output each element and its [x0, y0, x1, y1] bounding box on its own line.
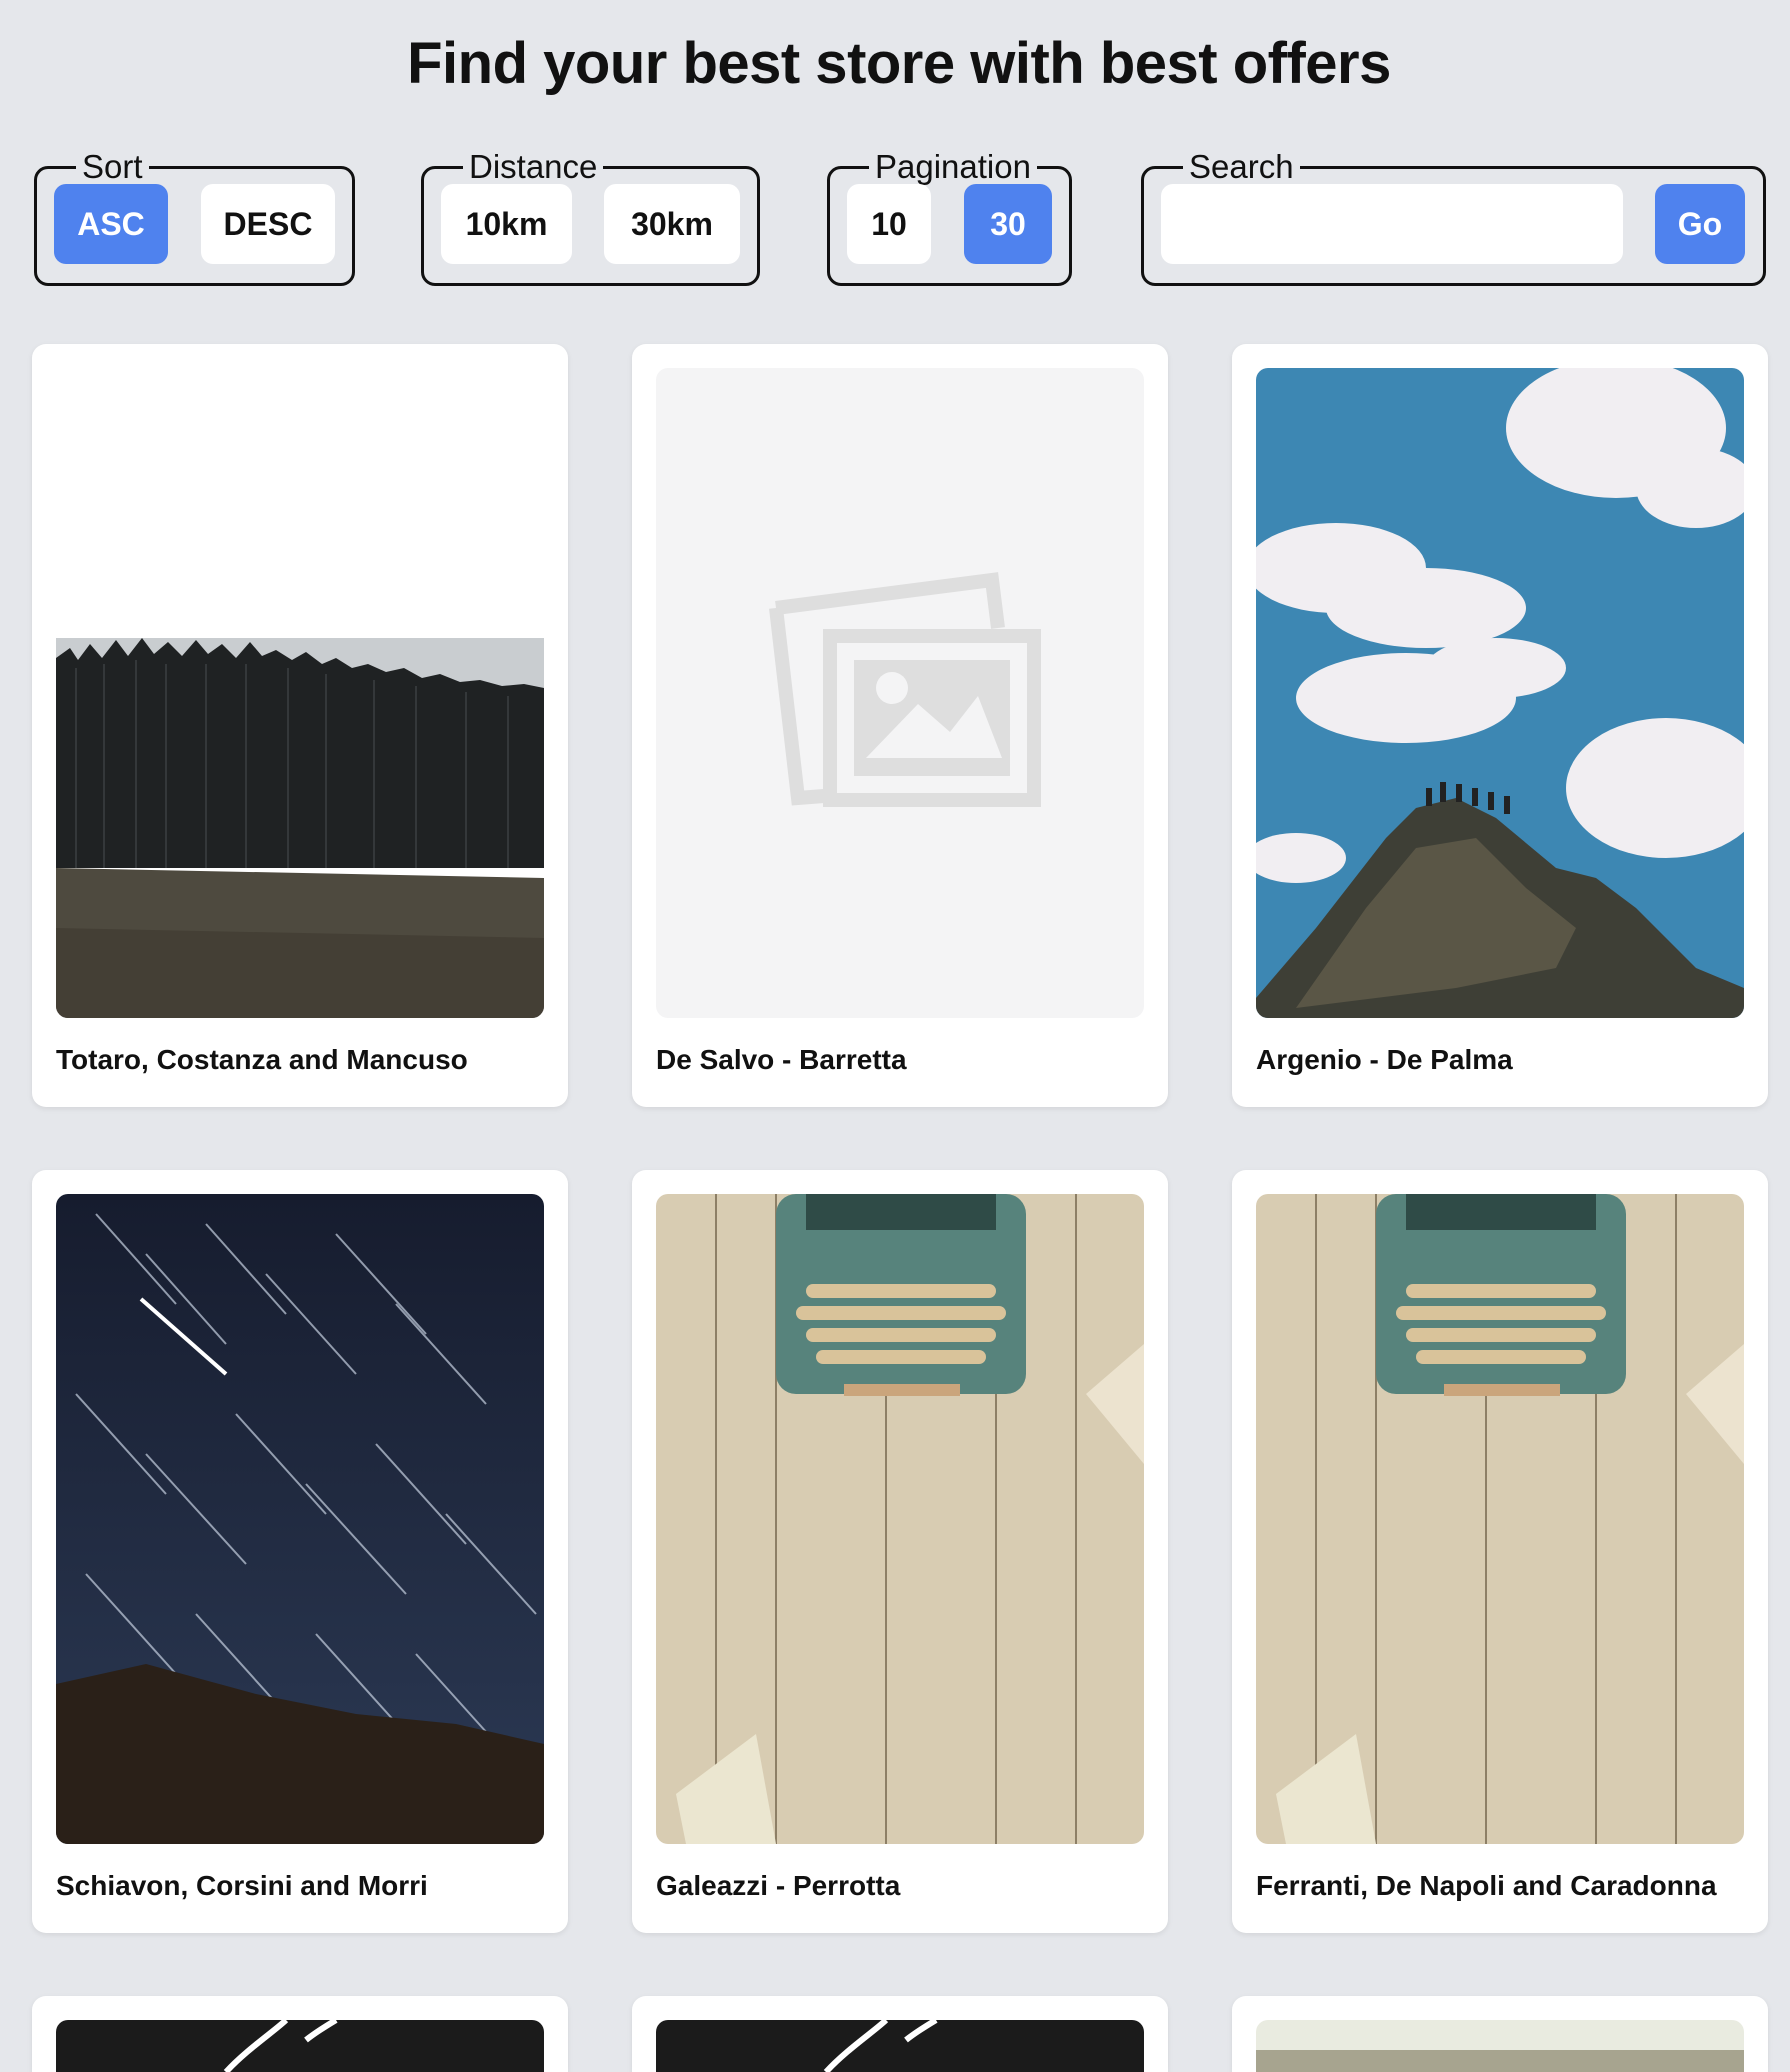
distance-legend: Distance	[469, 148, 598, 185]
store-card[interactable]	[632, 1996, 1168, 2072]
store-card[interactable]	[32, 1996, 568, 2072]
pagination-30-button[interactable]: 30	[964, 184, 1052, 264]
store-card[interactable]	[1232, 1996, 1768, 2072]
sort-desc-button[interactable]: DESC	[201, 184, 335, 264]
store-card[interactable]: Galeazzi - Perrotta	[632, 1170, 1168, 1933]
store-image	[56, 2020, 544, 2072]
store-name: Schiavon, Corsini and Morri	[56, 1870, 428, 1901]
store-card[interactable]: Schiavon, Corsini and Morri	[32, 1170, 568, 1933]
search-group: Search Go	[1141, 149, 1766, 286]
store-name: Ferranti, De Napoli and Caradonna	[1256, 1870, 1717, 1901]
distance-10km-button[interactable]: 10km	[441, 184, 572, 264]
sort-asc-button[interactable]: ASC	[54, 184, 168, 264]
store-image	[56, 368, 544, 1018]
sort-legend: Sort	[82, 148, 143, 185]
store-name: Galeazzi - Perrotta	[656, 1870, 901, 1901]
store-image	[1256, 1194, 1744, 1844]
pagination-legend: Pagination	[875, 148, 1031, 185]
store-image	[1256, 368, 1744, 1018]
search-go-button[interactable]: Go	[1655, 184, 1745, 264]
sort-group: Sort ASC DESC	[34, 149, 355, 286]
store-image	[656, 1194, 1144, 1844]
store-image	[1256, 2020, 1744, 2072]
store-card[interactable]: Argenio - De Palma	[1232, 344, 1768, 1107]
store-card[interactable]: De Salvo - Barretta	[632, 344, 1168, 1107]
page-title: Find your best store with best offers	[407, 31, 1391, 96]
store-image	[656, 2020, 1144, 2072]
search-legend: Search	[1189, 148, 1294, 185]
image-placeholder-icon	[656, 368, 1144, 1018]
store-name: Totaro, Costanza and Mancuso	[56, 1044, 468, 1075]
page: Find your best store with best offers So…	[0, 0, 1790, 2072]
pagination-10-button[interactable]: 10	[847, 184, 931, 264]
pagination-group: Pagination 10 30	[827, 149, 1072, 286]
search-input[interactable]	[1161, 184, 1623, 264]
distance-30km-button[interactable]: 30km	[604, 184, 740, 264]
distance-group: Distance 10km 30km	[421, 149, 760, 286]
store-name: Argenio - De Palma	[1256, 1044, 1513, 1075]
store-image	[56, 1194, 544, 1844]
store-card[interactable]: Ferranti, De Napoli and Caradonna	[1232, 1170, 1768, 1933]
store-card[interactable]: Totaro, Costanza and Mancuso	[32, 344, 568, 1107]
store-name: De Salvo - Barretta	[656, 1044, 907, 1075]
